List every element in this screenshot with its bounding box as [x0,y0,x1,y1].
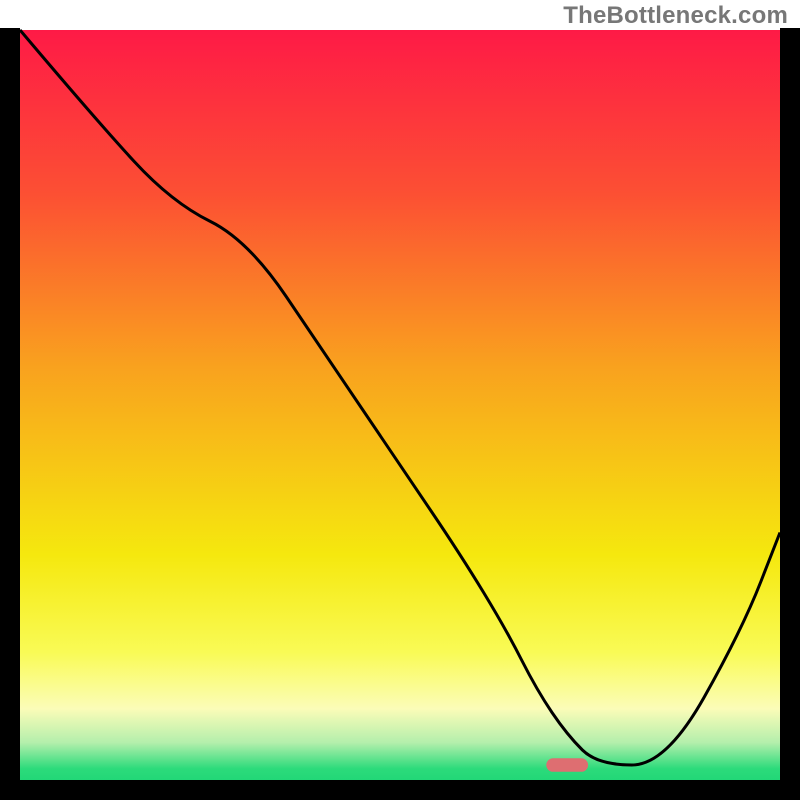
chart-frame [780,28,800,800]
chart-frame [0,780,800,800]
bottleneck-chart [0,0,800,800]
chart-background [20,30,780,780]
chart-stage: TheBottleneck.com [0,0,800,800]
chart-frame [0,28,20,800]
target-marker [546,758,588,772]
